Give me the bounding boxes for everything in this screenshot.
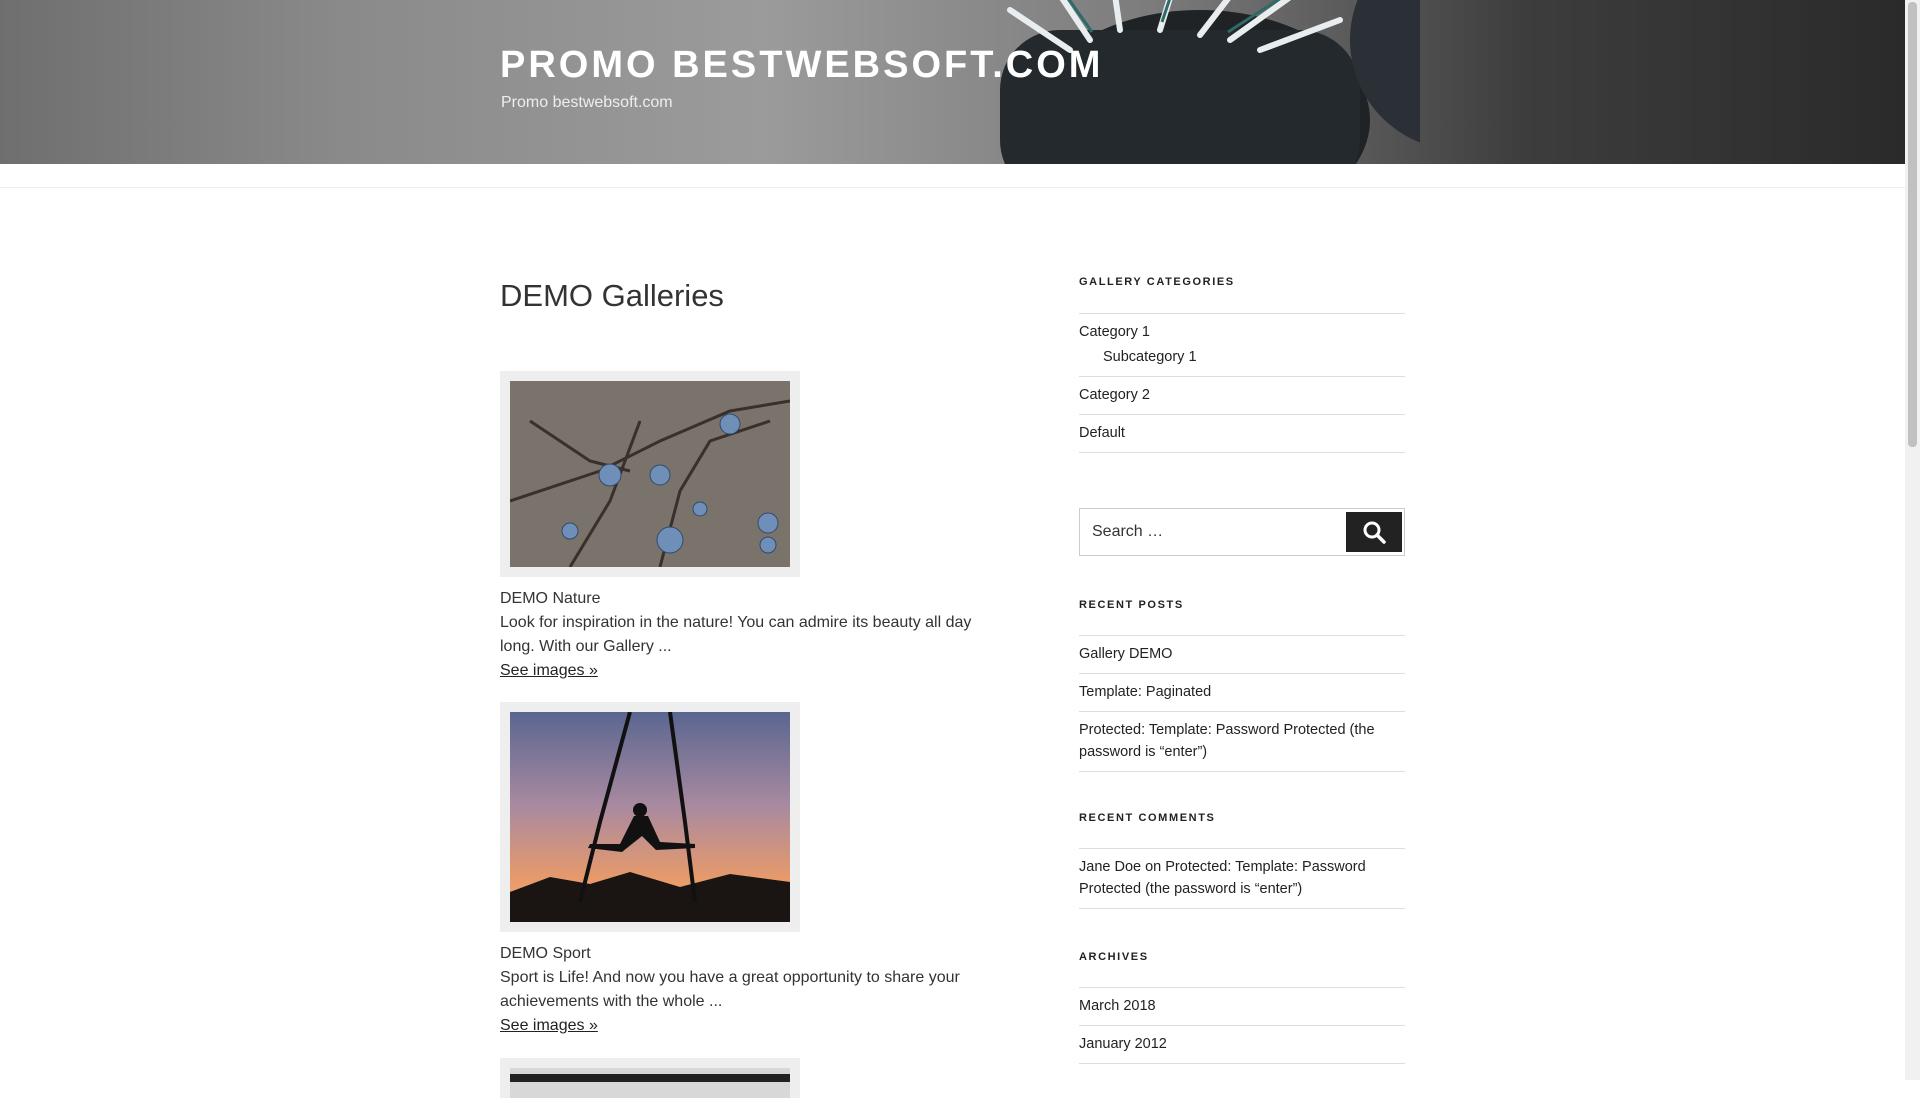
comment-on-text: on bbox=[1141, 859, 1166, 875]
scrollbar-thumb[interactable] bbox=[1908, 2, 1917, 447]
recent-comment-item: Jane Doe on Protected: Template: Passwor… bbox=[1079, 848, 1405, 909]
gallery-title[interactable]: DEMO Sport bbox=[500, 942, 1000, 966]
widget-title-recent-comments: RECENT COMMENTS bbox=[1079, 812, 1216, 824]
gallery-item: DEMO Sport Sport is Life! And now you ha… bbox=[500, 702, 1000, 1038]
widget-title-gallery-categories: GALLERY CATEGORIES bbox=[1079, 276, 1235, 288]
site-title[interactable]: PROMO BESTWEBSOFT.COM bbox=[500, 44, 1103, 87]
search-button[interactable] bbox=[1346, 512, 1402, 552]
recent-post-link[interactable]: Template: Paginated bbox=[1079, 684, 1211, 700]
category-link[interactable]: Category 1 bbox=[1079, 324, 1150, 340]
recent-posts-list: Gallery DEMO Template: Paginated Protect… bbox=[1079, 635, 1405, 772]
gallery-title[interactable]: DEMO Nature bbox=[500, 587, 1000, 611]
navigation-bar bbox=[0, 164, 1905, 188]
recent-post-item[interactable]: Gallery DEMO bbox=[1079, 635, 1405, 673]
archive-link[interactable]: January 2012 bbox=[1079, 1036, 1167, 1052]
gallery-thumbnail[interactable] bbox=[500, 1058, 800, 1098]
category-link[interactable]: Default bbox=[1079, 425, 1125, 441]
category-link[interactable]: Category 2 bbox=[1079, 387, 1150, 403]
gallery-thumbnail[interactable] bbox=[500, 702, 800, 932]
gallery-excerpt: Sport is Life! And now you have a great … bbox=[500, 969, 960, 1010]
archive-item[interactable]: January 2012 bbox=[1079, 1025, 1405, 1064]
comment-author[interactable]: Jane Doe bbox=[1079, 859, 1141, 875]
see-images-link[interactable]: See images » bbox=[500, 1014, 598, 1038]
widget-title-recent-posts: RECENT POSTS bbox=[1079, 599, 1184, 611]
page-scrollbar[interactable] bbox=[1905, 0, 1920, 1080]
site-header: PROMO BESTWEBSOFT.COM Promo bestwebsoft.… bbox=[0, 0, 1905, 164]
widget-title-archives: ARCHIVES bbox=[1079, 951, 1149, 963]
search-form bbox=[1079, 508, 1405, 556]
subcategory-item[interactable]: Subcategory 1 bbox=[1079, 346, 1405, 376]
recent-post-link[interactable]: Protected: Template: Password Protected … bbox=[1079, 722, 1375, 760]
recent-comments-list: Jane Doe on Protected: Template: Passwor… bbox=[1079, 848, 1405, 909]
search-icon bbox=[1363, 521, 1386, 544]
recent-post-item[interactable]: Template: Paginated bbox=[1079, 673, 1405, 711]
category-item[interactable]: Category 1 bbox=[1079, 313, 1405, 345]
see-images-link[interactable]: See images » bbox=[500, 659, 598, 683]
gallery-item bbox=[500, 1058, 1000, 1098]
recent-post-item[interactable]: Protected: Template: Password Protected … bbox=[1079, 711, 1405, 772]
gallery-item: DEMO Nature Look for inspiration in the … bbox=[500, 371, 1000, 683]
nature-image bbox=[510, 381, 790, 567]
gallery-thumbnail[interactable] bbox=[500, 371, 800, 577]
category-item[interactable]: Default bbox=[1079, 414, 1405, 453]
category-item[interactable]: Category 2 bbox=[1079, 376, 1405, 414]
gallery-image-partial bbox=[510, 1068, 790, 1098]
gallery-categories-list: Category 1 Subcategory 1 Category 2 Defa… bbox=[1079, 313, 1405, 453]
archives-list: March 2018 January 2012 bbox=[1079, 987, 1405, 1064]
archive-link[interactable]: March 2018 bbox=[1079, 998, 1156, 1014]
category-link[interactable]: Subcategory 1 bbox=[1103, 349, 1197, 365]
page-title: DEMO Galleries bbox=[500, 278, 724, 313]
gallery-excerpt: Look for inspiration in the nature! You … bbox=[500, 614, 972, 655]
recent-post-link[interactable]: Gallery DEMO bbox=[1079, 646, 1172, 662]
archive-item[interactable]: March 2018 bbox=[1079, 987, 1405, 1025]
site-tagline: Promo bestwebsoft.com bbox=[501, 94, 673, 111]
sport-image bbox=[510, 712, 790, 922]
search-input[interactable] bbox=[1080, 509, 1348, 555]
